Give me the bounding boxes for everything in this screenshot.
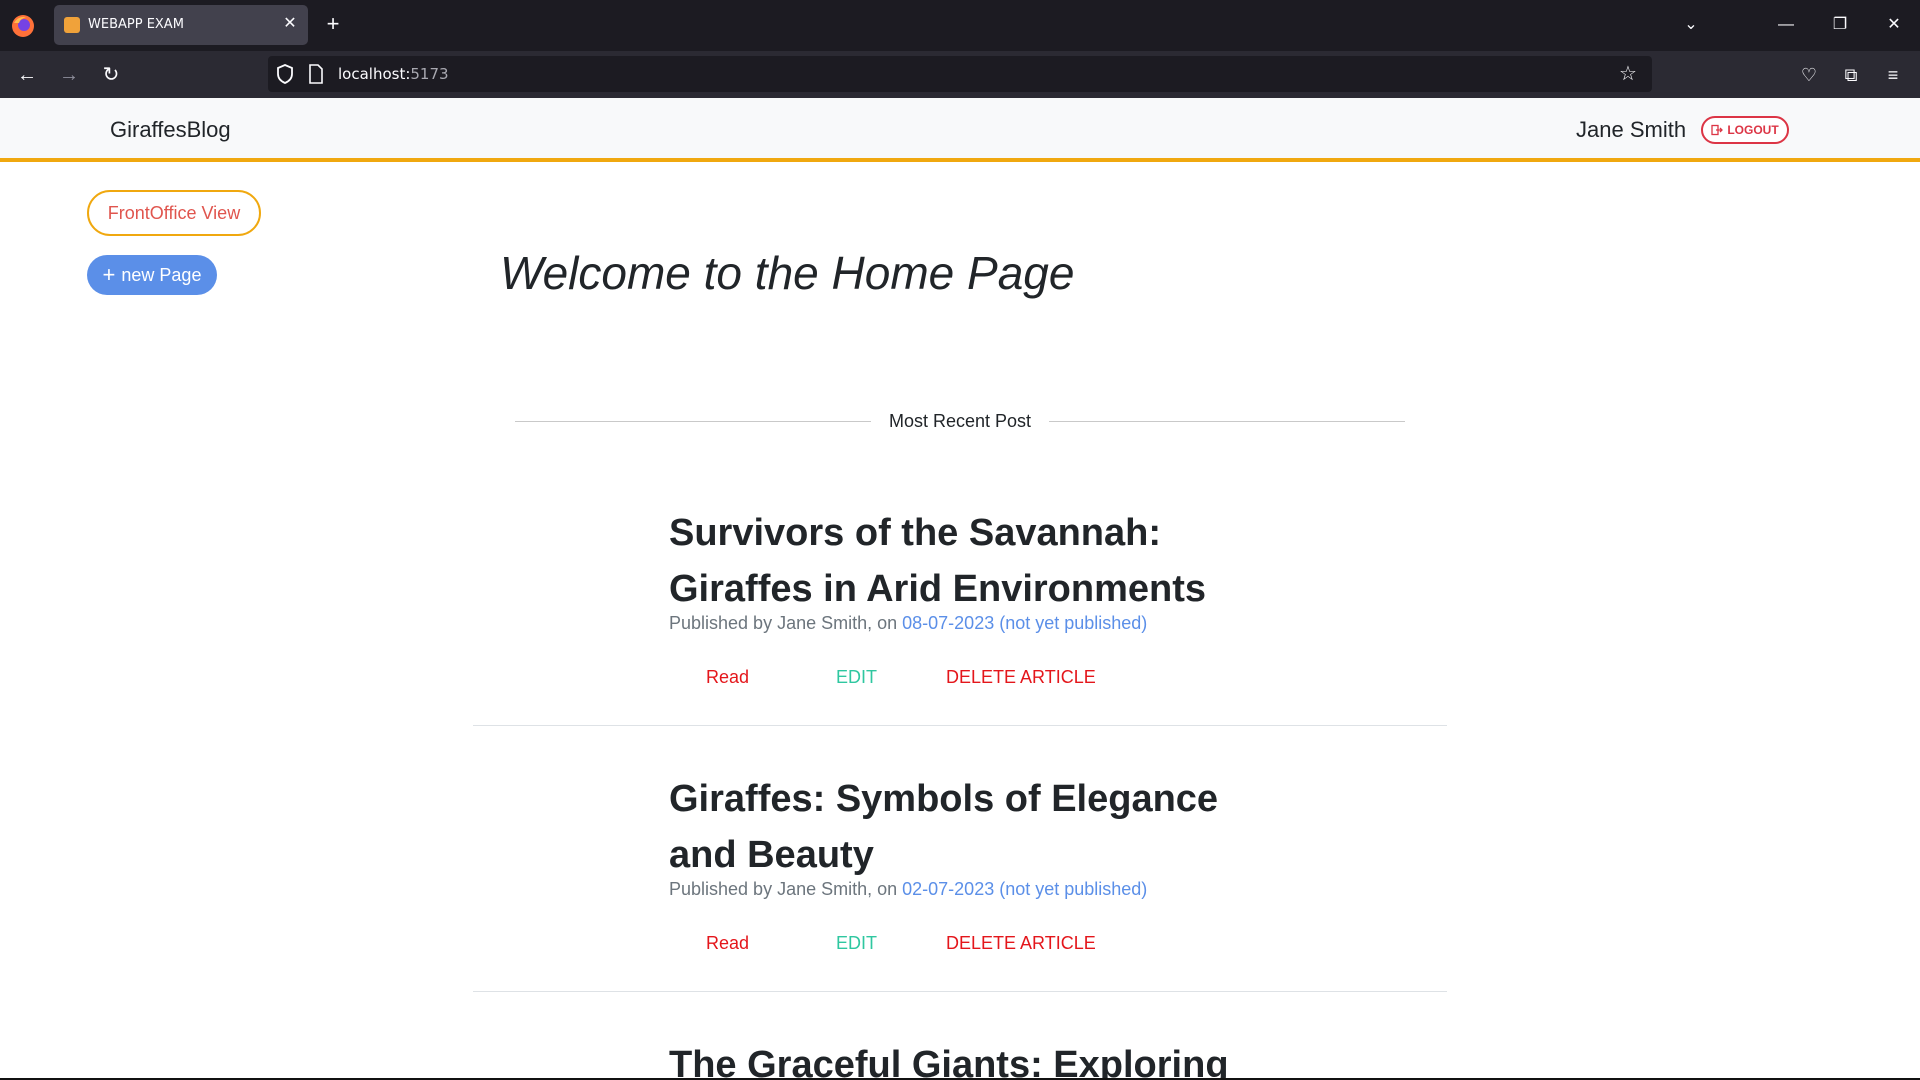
edit-link[interactable]: EDIT [836,667,877,688]
post-meta: Published by Jane Smith, on 08-07-2023 (… [669,613,1148,633]
url-bar[interactable]: localhost:5173 ☆ [268,56,1652,92]
page-title: Welcome to the Home Page [500,247,1075,299]
user-name: Jane Smith [1576,117,1687,142]
post-separator [473,725,1447,726]
browser-tab-bar: WEBAPP EXAM ✕ + ⌄ — ❐ ✕ [0,0,1920,51]
bookmark-star-icon[interactable]: ☆ [1616,62,1640,86]
tab-close-icon[interactable]: ✕ [280,14,300,34]
restore-icon[interactable]: ❐ [1825,12,1855,38]
delete-article-link[interactable]: DELETE ARTICLE [946,667,1096,688]
new-page-label: new Page [121,264,202,285]
app-header: GiraffesBlog Jane Smith LOGOUT [0,98,1920,162]
read-link[interactable]: Read [706,667,749,688]
tab-favicon-icon [64,17,80,33]
logout-icon [1711,124,1724,136]
brand-link[interactable]: GiraffesBlog [110,117,231,143]
post-meta: Published by Jane Smith, on 02-07-2023 (… [669,879,1148,899]
post-separator [473,991,1447,992]
back-arrow-icon[interactable]: ← [12,61,42,89]
divider-line-right [1049,421,1405,422]
frontoffice-view-label: FrontOffice View [107,202,241,223]
chevron-down-icon[interactable]: ⌄ [1676,12,1706,38]
post-date: 08-07-2023 (not yet published) [902,613,1148,633]
firefox-icon[interactable] [10,13,36,39]
menu-icon[interactable]: ≡ [1879,62,1907,88]
plus-icon[interactable]: + [320,12,346,38]
forward-arrow-icon[interactable]: → [54,61,84,89]
post-card: The Graceful Giants: Exploring [473,1037,1447,1078]
active-tab[interactable]: WEBAPP EXAM ✕ [54,5,308,45]
post-date: 02-07-2023 (not yet published) [902,879,1148,899]
delete-article-link[interactable]: DELETE ARTICLE [946,933,1096,954]
plus-icon: + [102,262,116,287]
edit-link[interactable]: EDIT [836,933,877,954]
frontoffice-view-button[interactable]: FrontOffice View [87,190,261,236]
post-title: The Graceful Giants: Exploring [669,1044,1229,1078]
extensions-icon[interactable]: ⧉ [1837,62,1865,88]
post-title: Giraffes: Symbols of Elegance and Beauty [669,778,1219,876]
section-label: Most Recent Post [888,411,1032,431]
minimize-icon[interactable]: — [1771,12,1801,38]
tab-title: WEBAPP EXAM [88,17,184,32]
new-page-button[interactable]: + new Page [87,255,217,295]
url-text[interactable]: localhost:5173 [338,65,449,83]
read-link[interactable]: Read [706,933,749,954]
close-icon[interactable]: ✕ [1879,12,1909,38]
page-icon [309,64,323,84]
reload-icon[interactable]: ↻ [96,61,126,89]
post-title: Survivors of the Savannah: Giraffes in A… [669,512,1207,610]
divider-line-left [515,421,871,422]
logout-button[interactable]: LOGOUT [1701,116,1789,144]
logout-label: LOGOUT [1727,123,1779,137]
pocket-icon[interactable]: ♡ [1795,62,1823,88]
shield-icon[interactable] [274,63,296,85]
